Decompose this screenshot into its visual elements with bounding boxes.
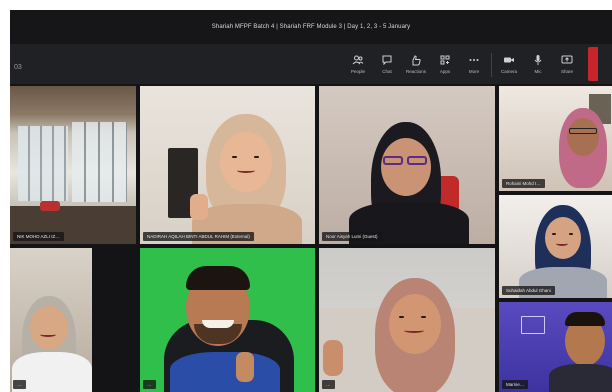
participant-tile[interactable]: … bbox=[10, 248, 92, 392]
participant-tile[interactable]: Suhaidah Abdul Ghani bbox=[499, 195, 612, 298]
participant-name: Marnie… bbox=[502, 380, 529, 389]
share-button[interactable]: Share bbox=[555, 47, 579, 81]
reactions-label: Reactions bbox=[405, 69, 426, 74]
mic-icon bbox=[532, 54, 544, 66]
camera-icon bbox=[503, 54, 515, 66]
apps-label: Apps bbox=[439, 69, 451, 74]
meeting-toolbar: 03 People Chat Reactions Apps More Camer… bbox=[10, 44, 612, 84]
people-label: People bbox=[350, 69, 365, 74]
apps-button[interactable]: Apps bbox=[433, 47, 457, 81]
video-gallery: NIK MOHD AZLI IZ… NADIRAH AQILAH BINTI A… bbox=[10, 84, 612, 392]
leave-button[interactable] bbox=[588, 47, 598, 81]
participant-tile[interactable]: Marnie… bbox=[499, 302, 612, 392]
participant-tile[interactable]: … bbox=[140, 248, 315, 392]
toolbar-controls: People Chat Reactions Apps More Camera M… bbox=[346, 47, 598, 83]
participant-name: Rohaini Mohd I… bbox=[502, 179, 545, 188]
camera-button[interactable]: Camera bbox=[497, 47, 521, 81]
participant-name: Noor Aisyah Lumi (Guest) bbox=[322, 232, 382, 241]
chat-icon bbox=[381, 54, 393, 66]
camera-label: Camera bbox=[500, 69, 517, 74]
participant-name: … bbox=[322, 380, 335, 389]
title-bar: Shariah MFPF Batch 4 | Shariah FRF Modul… bbox=[10, 10, 612, 44]
chat-button[interactable]: Chat bbox=[375, 47, 399, 81]
participant-name: Suhaidah Abdul Ghani bbox=[502, 286, 555, 295]
participant-tile[interactable]: NADIRAH AQILAH BINTI ABDUL RAHIM (Extern… bbox=[140, 86, 315, 244]
participant-name: … bbox=[13, 380, 26, 389]
mic-button[interactable]: Mic bbox=[526, 47, 550, 81]
participant-tile[interactable]: Noor Aisyah Lumi (Guest) bbox=[319, 86, 495, 244]
participant-tile[interactable]: Rohaini Mohd I… bbox=[499, 86, 612, 191]
share-icon bbox=[561, 54, 573, 66]
participant-tile[interactable]: … bbox=[319, 248, 495, 392]
empty-tile bbox=[94, 248, 140, 392]
apps-icon bbox=[439, 54, 451, 66]
participant-name: NADIRAH AQILAH BINTI ABDUL RAHIM (Extern… bbox=[143, 232, 254, 241]
photo-frame: Shariah MFPF Batch 4 | Shariah FRF Modul… bbox=[0, 0, 612, 392]
reactions-button[interactable]: Reactions bbox=[404, 47, 428, 81]
reactions-icon bbox=[410, 54, 422, 66]
more-label: More bbox=[468, 69, 480, 74]
chat-label: Chat bbox=[382, 69, 392, 74]
participant-tile[interactable]: NIK MOHD AZLI IZ… bbox=[10, 86, 136, 244]
mic-label: Mic bbox=[534, 69, 542, 74]
toolbar-divider bbox=[491, 53, 492, 77]
share-label: Share bbox=[560, 69, 573, 74]
teams-meeting-window: Shariah MFPF Batch 4 | Shariah FRF Modul… bbox=[10, 10, 612, 392]
people-icon bbox=[352, 54, 364, 66]
participant-name: NIK MOHD AZLI IZ… bbox=[13, 232, 64, 241]
more-icon bbox=[468, 54, 480, 66]
people-button[interactable]: People bbox=[346, 47, 370, 81]
more-button[interactable]: More bbox=[462, 47, 486, 81]
meeting-title: Shariah MFPF Batch 4 | Shariah FRF Modul… bbox=[211, 24, 411, 30]
toolbar-left-text: 03 bbox=[14, 64, 22, 71]
participant-name: … bbox=[143, 380, 156, 389]
